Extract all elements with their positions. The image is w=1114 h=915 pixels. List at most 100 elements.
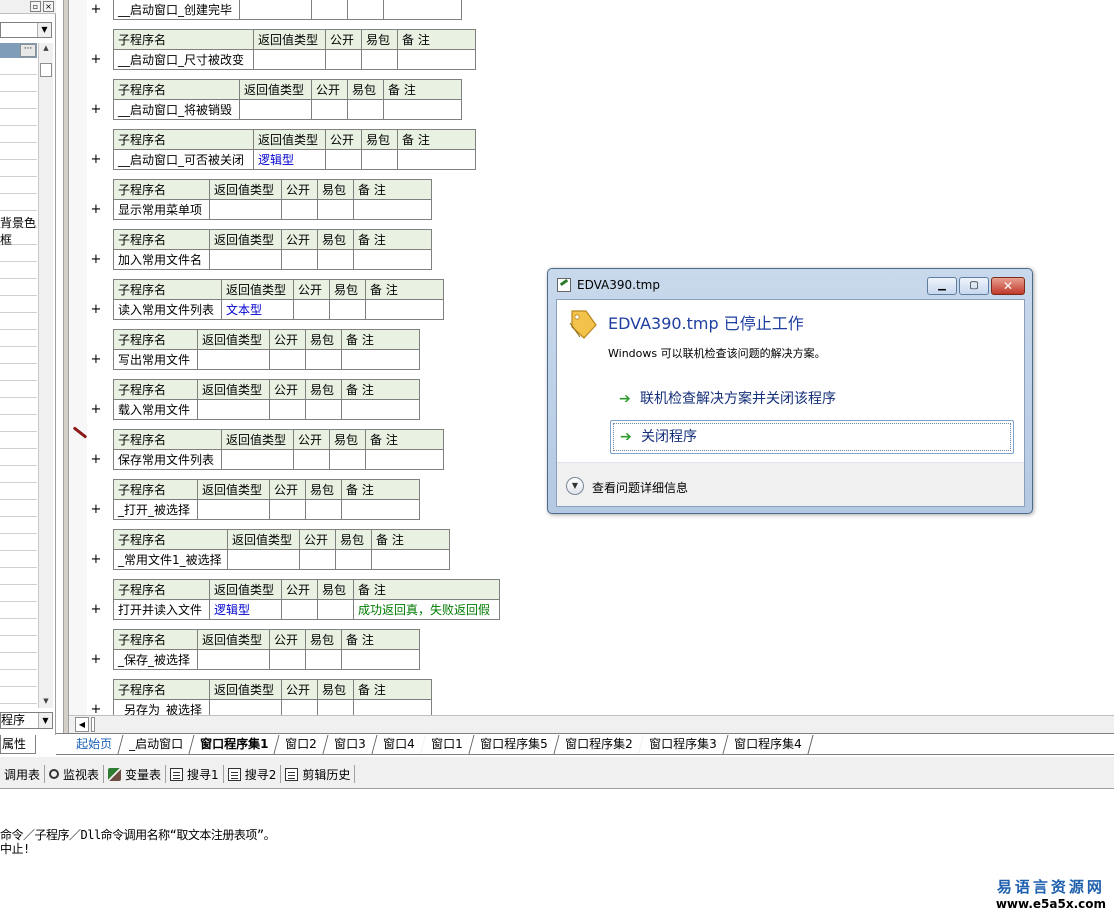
remark-cell[interactable] (353, 199, 432, 220)
return-type-cell[interactable] (227, 549, 300, 570)
object-combo[interactable]: ▼ (0, 22, 52, 38)
subroutine-name-cell[interactable]: __启动窗口_创建完毕 (113, 0, 240, 20)
remark-cell[interactable] (341, 399, 420, 420)
subroutine-table[interactable]: 子程序名 返回值类型 公开 易包备 注载入常用文件 (113, 379, 420, 420)
find1-button[interactable]: 搜寻1 (166, 765, 224, 783)
subroutine-table[interactable]: 子程序名 返回值类型 公开 易包备 注写出常用文件 (113, 329, 420, 370)
return-type-cell[interactable] (197, 349, 270, 370)
expand-plus-icon[interactable]: + (90, 2, 102, 17)
easy-pack-cell[interactable] (305, 399, 342, 420)
tab-4[interactable]: 窗口3 (323, 735, 378, 754)
subroutine-table[interactable]: 子程序名 返回值类型 公开 易包备 注 _另存为_被选择 (113, 679, 432, 720)
watch-table-button[interactable]: 监视表 (45, 765, 105, 783)
subroutine-table[interactable]: 子程序名 返回值类型 公开 易包备 注读入常用文件列表 文本型 (113, 279, 444, 320)
subroutine-name-cell[interactable]: _常用文件1_被选择 (113, 549, 228, 570)
check-solution-button[interactable]: ➔ 联机检查解决方案并关闭该程序 (610, 383, 1014, 417)
expand-plus-icon[interactable]: + (90, 602, 102, 617)
subroutine-name-cell[interactable]: __启动窗口_可否被关闭 (113, 149, 254, 170)
panel-restore-button[interactable]: ▫ (30, 1, 41, 12)
easy-pack-cell[interactable] (361, 149, 398, 170)
remark-cell[interactable] (341, 499, 420, 520)
easy-pack-cell[interactable] (335, 549, 372, 570)
return-type-cell[interactable] (197, 499, 270, 520)
subroutine-name-cell[interactable]: 打开并读入文件 (113, 599, 210, 620)
tab-10[interactable]: 窗口程序集4 (723, 735, 814, 754)
panel-close-button[interactable]: × (43, 1, 54, 12)
return-type-cell[interactable] (221, 449, 294, 470)
property-scrollbar[interactable]: ▲ ▼ (38, 43, 53, 708)
expand-plus-icon[interactable]: + (90, 52, 102, 67)
subroutine-table[interactable]: 子程序名 返回值类型 公开 易包备 注显示常用菜单项 (113, 179, 432, 220)
tab-0[interactable]: 起始页 (65, 735, 124, 754)
return-type-cell[interactable] (209, 199, 282, 220)
tab-7[interactable]: 窗口程序集5 (469, 735, 560, 754)
public-cell[interactable] (325, 149, 362, 170)
return-type-cell[interactable]: 逻辑型 (253, 149, 326, 170)
easy-pack-cell[interactable] (317, 199, 354, 220)
property-grid[interactable] (0, 58, 37, 708)
close-program-button[interactable]: ➔ 关闭程序 (610, 420, 1014, 454)
close-button[interactable]: ✕ (991, 277, 1025, 295)
easy-pack-cell[interactable] (305, 649, 342, 670)
tab-3[interactable]: 窗口2 (274, 735, 329, 754)
subroutine-table[interactable]: 子程序名 返回值类型 公开 易包备 注 __启动窗口_尺寸被改变 (113, 29, 476, 70)
public-cell[interactable] (281, 199, 318, 220)
scroll-thumb[interactable] (40, 63, 52, 77)
subroutine-name-cell[interactable]: 读入常用文件列表 (113, 299, 222, 320)
clip-history-button[interactable]: 剪辑历史 (281, 765, 356, 783)
easy-pack-cell[interactable] (329, 449, 366, 470)
easy-pack-cell[interactable] (305, 499, 342, 520)
remark-cell[interactable] (383, 0, 462, 20)
remark-cell[interactable]: 成功返回真，失败返回假 (353, 599, 500, 620)
expand-chevron-icon[interactable]: ▼ (566, 477, 584, 495)
subroutine-table[interactable]: 子程序名 返回值类型 公开 易包备 注 _保存_被选择 (113, 629, 420, 670)
tab-9[interactable]: 窗口程序集3 (638, 735, 729, 754)
expand-plus-icon[interactable]: + (90, 352, 102, 367)
easy-pack-cell[interactable] (317, 249, 354, 270)
maximize-button[interactable]: ▢ (959, 277, 989, 295)
public-cell[interactable] (281, 599, 318, 620)
subroutine-name-cell[interactable]: 写出常用文件 (113, 349, 198, 370)
scroll-thumb[interactable] (91, 717, 95, 732)
scroll-up-icon[interactable]: ▲ (40, 43, 52, 53)
public-cell[interactable] (311, 0, 348, 20)
expand-plus-icon[interactable]: + (90, 252, 102, 267)
return-type-cell[interactable] (239, 0, 312, 20)
return-type-cell[interactable]: 文本型 (221, 299, 294, 320)
subroutine-name-cell[interactable]: 载入常用文件 (113, 399, 198, 420)
easy-pack-cell[interactable] (347, 0, 384, 20)
subroutine-name-cell[interactable]: _打开_被选择 (113, 499, 198, 520)
easy-pack-cell[interactable] (317, 599, 354, 620)
minimize-button[interactable]: ▁ (927, 277, 957, 295)
public-cell[interactable] (269, 349, 306, 370)
expand-plus-icon[interactable]: + (90, 552, 102, 567)
subroutine-name-cell[interactable]: __启动窗口_尺寸被改变 (113, 49, 254, 70)
tab-5[interactable]: 窗口4 (372, 735, 426, 754)
subroutine-table[interactable]: 子程序名 返回值类型 公开 易包备 注 _打开_被选择 (113, 479, 420, 520)
public-cell[interactable] (269, 499, 306, 520)
remark-cell[interactable] (353, 249, 432, 270)
tab-2[interactable]: 窗口程序集1 (189, 735, 280, 754)
expand-plus-icon[interactable]: + (90, 152, 102, 167)
remark-cell[interactable] (365, 449, 444, 470)
subroutine-table[interactable]: 子程序名 返回值类型 公开 易包备 注加入常用文件名 (113, 229, 432, 270)
subroutine-name-cell[interactable]: 保存常用文件列表 (113, 449, 222, 470)
property-tab[interactable]: 属性 (0, 735, 36, 754)
ellipsis-button[interactable]: ··· (20, 44, 36, 57)
expand-plus-icon[interactable]: + (90, 502, 102, 517)
scroll-down-icon[interactable]: ▼ (40, 696, 52, 706)
subroutine-name-cell[interactable]: __启动窗口_将被销毁 (113, 99, 240, 120)
public-cell[interactable] (281, 249, 318, 270)
easy-pack-cell[interactable] (305, 349, 342, 370)
easy-pack-cell[interactable] (347, 99, 384, 120)
subroutine-table[interactable]: 子程序名 返回值类型 公开 易包备 注 __启动窗口_将被销毁 (113, 79, 462, 120)
subroutine-table[interactable]: 子程序名 返回值类型 公开 易包备 注 __启动窗口_可否被关闭 逻辑型 (113, 129, 476, 170)
subroutine-table[interactable]: 子程序名 返回值类型 公开 易包备 注保存常用文件列表 (113, 429, 444, 470)
subroutine-name-cell[interactable]: 显示常用菜单项 (113, 199, 210, 220)
subroutine-name-cell[interactable]: 加入常用文件名 (113, 249, 210, 270)
subroutine-table[interactable]: 子程序名 返回值类型 公开 易包备 注 _常用文件1_被选择 (113, 529, 450, 570)
expand-plus-icon[interactable]: + (90, 302, 102, 317)
remark-cell[interactable] (365, 299, 444, 320)
find2-button[interactable]: 搜寻2 (224, 765, 282, 783)
scroll-left-icon[interactable]: ◀ (75, 717, 89, 732)
